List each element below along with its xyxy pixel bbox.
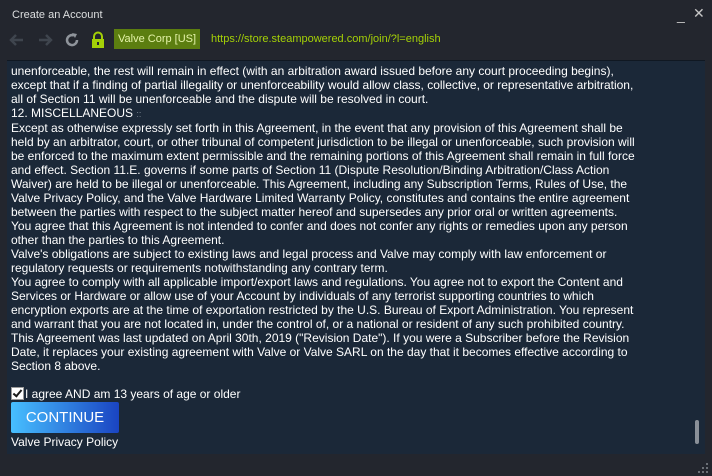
agreement-paragraph: Valve's obligations are subject to exist… — [11, 247, 607, 275]
agreement-paragraph: You agree to comply with all applicable … — [11, 275, 634, 331]
section-heading-text: 12. MISCELLANEOUS — [11, 106, 134, 120]
minimize-button[interactable]: _ — [677, 8, 685, 22]
forward-arrow-icon[interactable] — [36, 31, 54, 49]
agreement-panel: unenforceable, the rest will remain in e… — [7, 60, 705, 454]
agreement-paragraph: Except as otherwise expressly set forth … — [11, 121, 635, 247]
resize-grip-icon[interactable] — [697, 462, 709, 474]
back-arrow-icon[interactable] — [8, 31, 26, 49]
agree-checkbox[interactable] — [11, 387, 24, 400]
agreement-paragraph: This Agreement was last updated on April… — [11, 331, 630, 373]
address-url: https://store.steampowered.com/join/?l=e… — [211, 33, 441, 45]
agree-row: I agree AND am 13 years of age or older — [11, 387, 240, 401]
scrollbar[interactable] — [693, 61, 703, 454]
title-bar: Create an Account _ ✕ — [0, 0, 712, 28]
privacy-policy-link[interactable]: Valve Privacy Policy — [11, 435, 118, 449]
section-anchor-icon: :: — [136, 109, 142, 119]
agreement-paragraph: unenforceable, the rest will remain in e… — [11, 64, 634, 106]
agree-label[interactable]: I agree AND am 13 years of age or older — [25, 387, 240, 401]
scroll-thumb[interactable] — [695, 420, 699, 444]
agreement-text: unenforceable, the rest will remain in e… — [11, 64, 635, 373]
browser-nav-bar: Valve Corp [US] https://store.steampower… — [0, 28, 712, 52]
continue-button[interactable]: CONTINUE — [11, 402, 119, 433]
lock-icon — [92, 31, 104, 48]
reload-icon[interactable] — [63, 31, 81, 49]
certificate-badge[interactable]: Valve Corp [US] — [114, 29, 201, 49]
window-title: Create an Account — [12, 9, 103, 21]
section-heading: 12. MISCELLANEOUS :: — [11, 106, 635, 121]
close-button[interactable]: ✕ — [693, 6, 705, 20]
